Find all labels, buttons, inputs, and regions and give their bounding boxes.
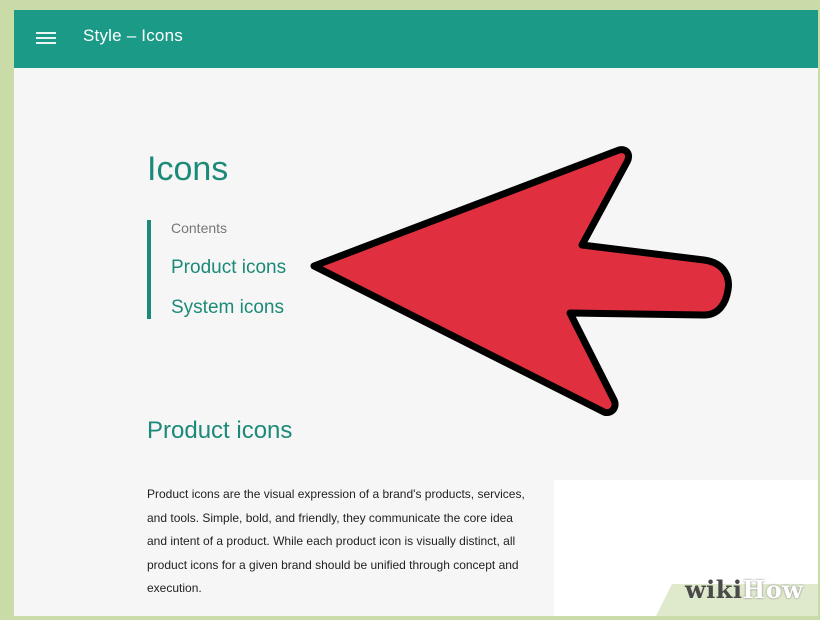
app-window: Style – Icons Icons Contents Product ico… xyxy=(14,10,818,616)
app-bar: Style – Icons xyxy=(14,10,818,68)
wikihow-watermark: wikiHow xyxy=(685,575,803,604)
section-body-text: Product icons are the visual expression … xyxy=(147,487,525,595)
contents-indicator-bar xyxy=(147,220,151,319)
watermark-part-wiki: wiki xyxy=(685,575,743,604)
hamburger-menu-icon[interactable] xyxy=(36,30,56,46)
watermark-part-how: How xyxy=(742,575,804,604)
section-title-product-icons: Product icons xyxy=(147,417,293,444)
app-bar-title: Style – Icons xyxy=(83,26,183,45)
contents-link-system-icons[interactable]: System icons xyxy=(171,297,284,319)
contents-heading: Contents xyxy=(171,220,228,236)
contents-link-product-icons[interactable]: Product icons xyxy=(171,257,286,279)
page-title: Icons xyxy=(147,150,229,188)
